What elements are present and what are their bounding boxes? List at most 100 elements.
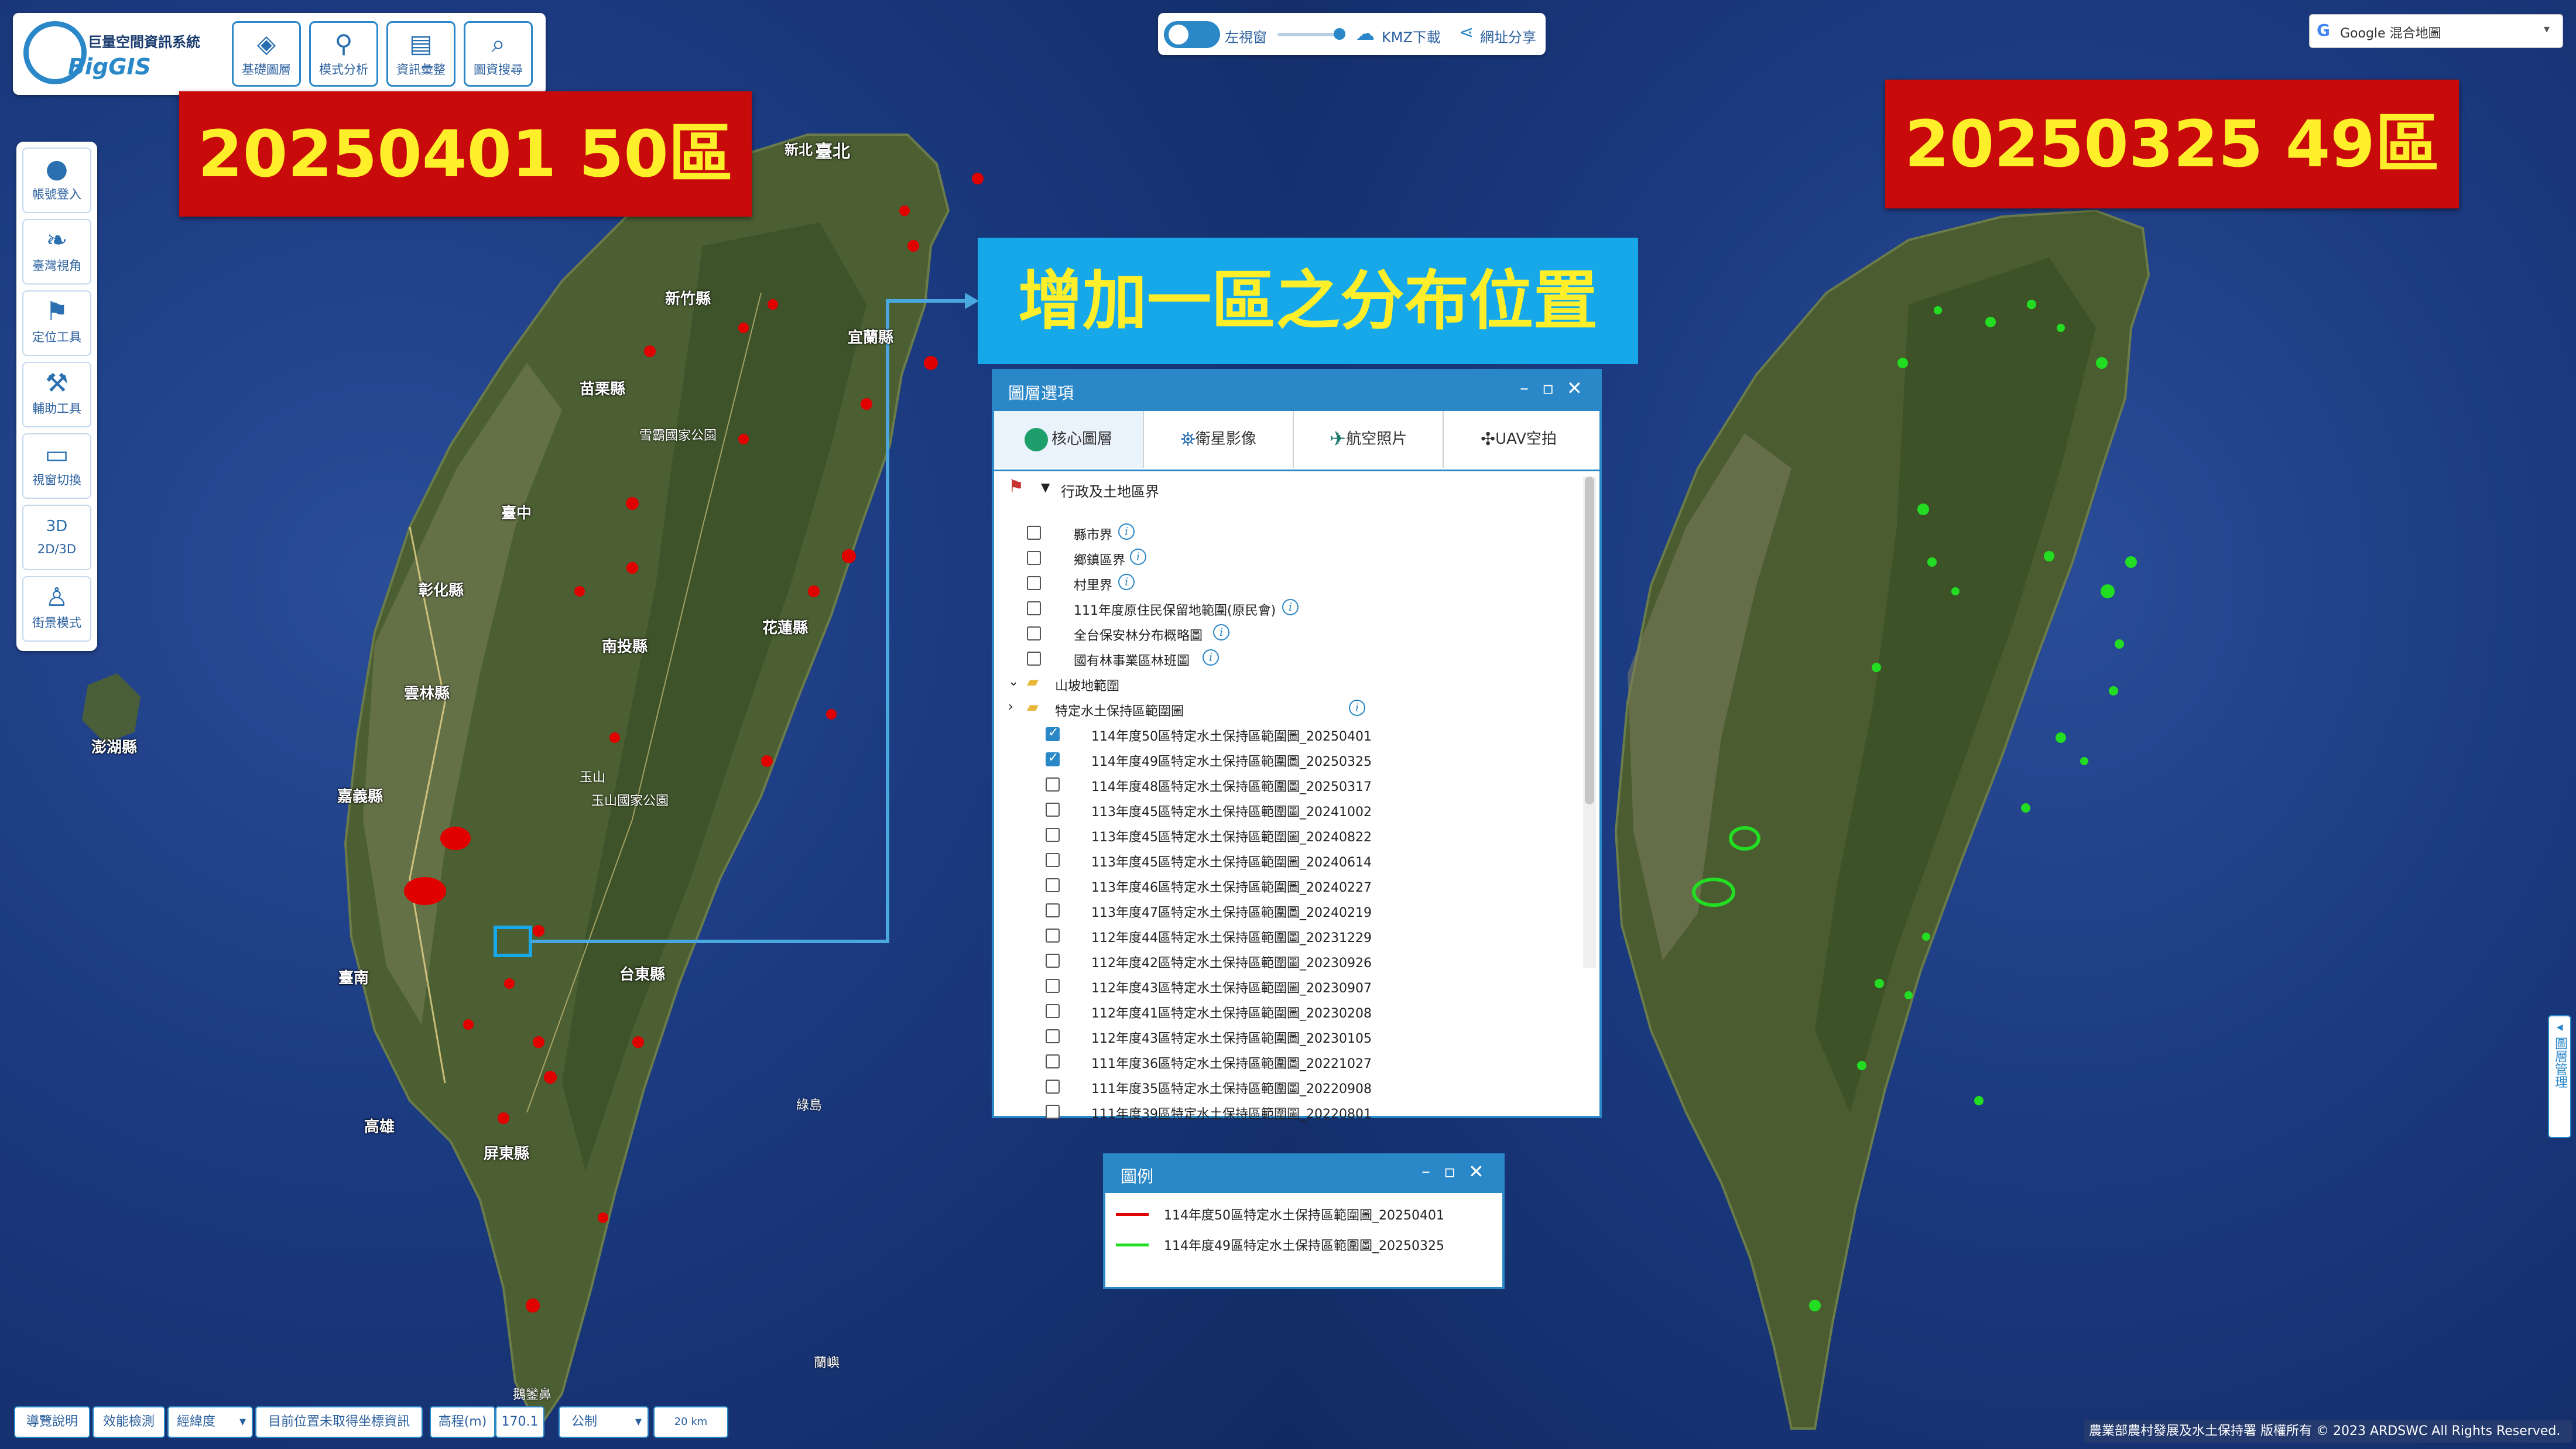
panel-scrollbar[interactable] xyxy=(1583,477,1596,968)
sidebar-locate-button[interactable]: ⚑ 定位工具 xyxy=(22,290,91,356)
layer-checkbox[interactable] xyxy=(1027,601,1041,615)
elevation-label: 高程(m) xyxy=(430,1406,495,1438)
layer-item-special-conservation[interactable]: 111年度39區特定水土保持區範圍圖_20220801 xyxy=(994,1100,1580,1125)
tab-uav-photos[interactable]: ✣UAV空拍 xyxy=(1444,411,1594,468)
user-icon: ● xyxy=(45,154,68,184)
info-icon[interactable]: i xyxy=(1213,624,1229,640)
tab-aerial-photos[interactable]: ✈航空照片 xyxy=(1294,411,1444,468)
tab-core-layers[interactable]: 核心圖層 xyxy=(994,411,1144,468)
layer-checkbox[interactable] xyxy=(1046,954,1060,968)
layer-checkbox[interactable] xyxy=(1046,725,1060,741)
layer-item-special-conservation[interactable]: 112年度44區特定水土保持區範圍圖_20231229 xyxy=(994,924,1580,949)
performance-check-button[interactable]: 效能檢測 xyxy=(93,1406,165,1438)
minimize-icon[interactable]: – xyxy=(1421,1162,1430,1182)
info-icon[interactable]: i xyxy=(1118,523,1135,540)
cloud-download-icon[interactable]: ☁ xyxy=(1356,22,1375,44)
layer-checkbox[interactable] xyxy=(1027,576,1041,590)
close-icon[interactable]: ✕ xyxy=(1567,377,1582,399)
toolbar-button-info-summary[interactable]: ▤ 資訊彙整 xyxy=(386,21,455,87)
layer-checkbox[interactable] xyxy=(1046,853,1060,867)
layer-item-admin[interactable]: 鄉鎮區界 i xyxy=(994,546,1580,571)
layer-item-special-conservation[interactable]: 113年度45區特定水土保持區範圍圖_20240822 xyxy=(994,823,1580,848)
layer-checkbox[interactable] xyxy=(1046,1054,1060,1068)
info-icon[interactable]: i xyxy=(1118,574,1135,590)
unit-select[interactable]: 公制 ▾ xyxy=(559,1406,649,1438)
sidebar-window-switch-button[interactable]: ▭ 視窗切換 xyxy=(22,433,91,499)
maximize-icon[interactable]: ▫ xyxy=(1444,1162,1455,1182)
layer-checkbox[interactable] xyxy=(1046,1004,1060,1018)
layer-manager-tab[interactable]: ◂ 圖層管理 xyxy=(2548,1015,2571,1138)
close-icon[interactable]: ✕ xyxy=(1468,1160,1484,1183)
kmz-download-button[interactable]: KMZ下載 xyxy=(1382,26,1441,46)
info-icon[interactable]: i xyxy=(1203,649,1219,666)
layer-item-admin[interactable]: 縣市界 i xyxy=(994,521,1580,546)
layer-item-admin[interactable]: 全台保安林分布概略圖 i xyxy=(994,622,1580,647)
layer-checkbox[interactable] xyxy=(1027,652,1041,666)
maximize-icon[interactable]: ▫ xyxy=(1542,378,1554,399)
layer-checkbox[interactable] xyxy=(1046,903,1060,917)
layer-checkbox[interactable] xyxy=(1046,979,1060,993)
folder-slope-land[interactable]: ⌄ ▰ 山坡地範圍 xyxy=(994,672,1580,697)
toolbar-button-map-search[interactable]: ⌕ 圖資搜尋 xyxy=(464,21,533,87)
layer-item-special-conservation[interactable]: 113年度45區特定水土保持區範圍圖_20240614 xyxy=(994,848,1580,873)
layer-item-special-conservation[interactable]: 112年度41區特定水土保持區範圍圖_20230208 xyxy=(994,999,1580,1025)
copyright-text: 農業部農村發展及水土保持署 版權所有 © 2023 ARDSWC All Rig… xyxy=(2084,1420,2572,1443)
info-icon[interactable]: i xyxy=(1282,599,1299,615)
layer-checkbox[interactable] xyxy=(1046,751,1060,766)
layer-checkbox[interactable] xyxy=(1046,803,1060,817)
sidebar-helper-tools-button[interactable]: ⚒ 輔助工具 xyxy=(22,362,91,427)
coordinate-system-select[interactable]: 經緯度 ▾ xyxy=(167,1406,253,1438)
layer-item-special-conservation[interactable]: 111年度36區特定水土保持區範圍圖_20221027 xyxy=(994,1050,1580,1075)
layer-checkbox[interactable] xyxy=(1046,777,1060,792)
minimize-icon[interactable]: – xyxy=(1520,378,1529,399)
tab-satellite-imagery[interactable]: ⛯衛星影像 xyxy=(1144,411,1294,468)
info-icon[interactable]: i xyxy=(1130,549,1146,565)
basemap-select[interactable]: G Google 混合地圖 ▾ xyxy=(2309,14,2563,48)
map-label: 台東縣 xyxy=(619,966,666,984)
layer-item-admin[interactable]: 111年度原住民保留地範圍(原民會) i xyxy=(994,597,1580,622)
group-admin-boundaries[interactable]: ⚑ ▼ 行政及土地區界 xyxy=(994,477,1580,502)
layer-item-special-conservation[interactable]: 112年度42區特定水土保持區範圍圖_20230926 xyxy=(994,949,1580,974)
layer-item-admin[interactable]: 國有林事業區林班圖 i xyxy=(994,647,1580,672)
layer-checkbox[interactable] xyxy=(1046,1105,1060,1119)
layer-item-special-conservation[interactable]: 112年度43區特定水土保持區範圍圖_20230907 xyxy=(994,974,1580,999)
layer-item-special-conservation[interactable]: 114年度50區特定水土保持區範圍圖_20250401 xyxy=(994,722,1580,748)
folder-special-conservation[interactable]: › ▰ 特定水土保持區範圍圖 i xyxy=(994,697,1580,722)
opacity-slider[interactable] xyxy=(1277,28,1345,40)
toolbar-button-basemap[interactable]: ◈ 基礎圖層 xyxy=(232,21,301,87)
layer-options-panel: 圖層選項 – ▫ ✕ 核心圖層 ⛯衛星影像 ✈航空照片 ✣UAV空拍 ⚑ ▼ 行… xyxy=(992,369,1602,1122)
layer-item-label: 111年度35區特定水土保持區範圍圖_20220908 xyxy=(1091,1082,1372,1097)
layer-checkbox[interactable] xyxy=(1046,1029,1060,1043)
info-icon[interactable]: i xyxy=(1349,700,1365,716)
window-switch-icon: ▭ xyxy=(44,440,69,470)
layer-checkbox[interactable] xyxy=(1046,828,1060,842)
layer-item-special-conservation[interactable]: 114年度49區特定水土保持區範圍圖_20250325 xyxy=(994,748,1580,773)
layer-item-admin[interactable]: 村里界 i xyxy=(994,571,1580,597)
layer-item-special-conservation[interactable]: 114年度48區特定水土保持區範圍圖_20250317 xyxy=(994,773,1580,798)
layer-item-label: 114年度49區特定水土保持區範圍圖_20250325 xyxy=(1091,755,1372,769)
sidebar-street-view-button[interactable]: ♙ 街景模式 xyxy=(22,576,91,642)
share-url-button[interactable]: 網址分享 xyxy=(1480,26,1536,46)
map-label: 南投縣 xyxy=(602,638,648,656)
layer-checkbox[interactable] xyxy=(1046,878,1060,892)
layer-item-special-conservation[interactable]: 113年度46區特定水土保持區範圍圖_20240227 xyxy=(994,873,1580,899)
layer-checkbox[interactable] xyxy=(1046,929,1060,943)
layer-item-special-conservation[interactable]: 112年度43區特定水土保持區範圍圖_20230105 xyxy=(994,1025,1580,1050)
layer-checkbox[interactable] xyxy=(1027,626,1041,640)
toolbar-button-analysis[interactable]: ⚲ 模式分析 xyxy=(309,21,378,87)
sidebar-taiwan-view-button[interactable]: ❧ 臺灣視角 xyxy=(22,219,91,285)
layer-item-special-conservation[interactable]: 113年度45區特定水土保持區範圍圖_20241002 xyxy=(994,798,1580,823)
layer-checkbox[interactable] xyxy=(1027,551,1041,565)
layer-checkbox[interactable] xyxy=(1046,1080,1060,1094)
sidebar-2d3d-button[interactable]: 3D 2D/3D xyxy=(22,505,91,570)
sidebar-login-button[interactable]: ● 帳號登入 xyxy=(22,148,91,213)
layer-item-special-conservation[interactable]: 111年度35區特定水土保持區範圍圖_20220908 xyxy=(994,1075,1580,1100)
share-icon[interactable]: ⋖ xyxy=(1459,22,1474,43)
layer-checkbox[interactable] xyxy=(1027,526,1041,540)
legend-panel: 圖例 – ▫ ✕ 114年度50區特定水土保持區範圍圖_20250401 114… xyxy=(1103,1153,1505,1289)
left-view-toggle[interactable] xyxy=(1164,21,1220,48)
layer-item-label: 114年度50區特定水土保持區範圍圖_20250401 xyxy=(1091,729,1372,744)
help-button[interactable]: 導覽說明 xyxy=(14,1406,90,1438)
layer-item-special-conservation[interactable]: 113年度47區特定水土保持區範圍圖_20240219 xyxy=(994,899,1580,924)
chevron-down-icon: ⌄ xyxy=(1008,674,1019,689)
